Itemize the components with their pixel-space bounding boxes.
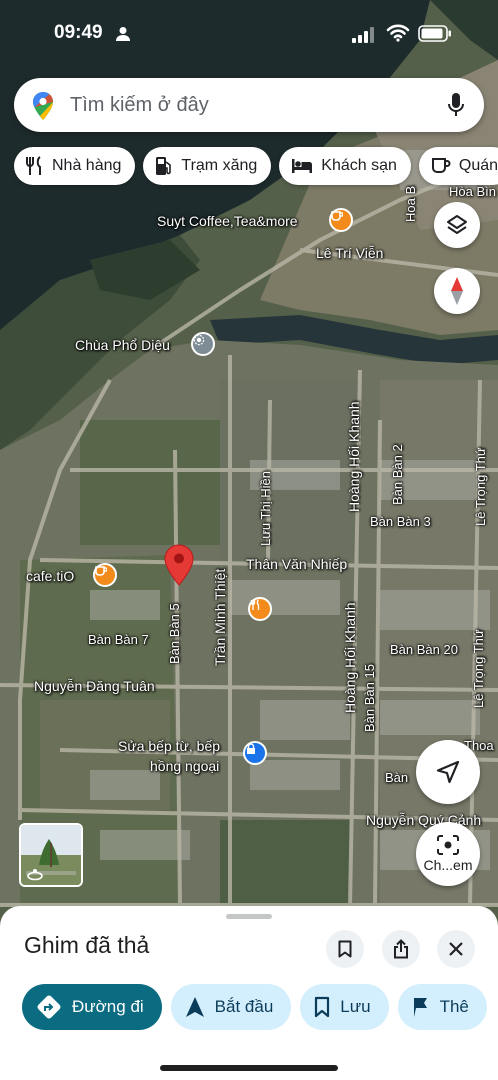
close-icon: [449, 942, 463, 956]
street-label-ban-ban-20: Bàn Bàn 20: [390, 642, 458, 657]
chip-label: Khách sạn: [321, 157, 397, 174]
home-indicator: [160, 1065, 338, 1071]
bed-icon: [292, 159, 313, 173]
street-label-hoa-binh: Hòa Bìn: [449, 184, 496, 199]
poi-label-chua-pho-dieu[interactable]: Chùa Phổ Diệu: [75, 338, 170, 352]
google-maps-pin-icon: [33, 91, 53, 120]
category-chips: Nhà hàng Trạm xăng Khách sạn Quán: [14, 147, 498, 185]
coffee-poi-icon[interactable]: [93, 563, 117, 587]
coffee-poi-icon[interactable]: [329, 208, 353, 232]
navigation-arrow-icon: [436, 760, 460, 784]
status-bar: 09:49: [0, 0, 498, 60]
street-label-nguyen-dang-tuan: Nguyễn Đăng Tuân: [34, 678, 155, 694]
restaurant-poi-icon[interactable]: [248, 597, 272, 621]
save-label: Lưu: [340, 997, 371, 1016]
chip-gas-stations[interactable]: Trạm xăng: [143, 147, 272, 185]
poi-label-cafe-tio[interactable]: cafe.tiO: [26, 569, 74, 583]
directions-icon: [37, 995, 61, 1019]
poi-label-suyt-coffee[interactable]: Suyt Coffee,Tea&more: [157, 214, 298, 228]
my-location-button[interactable]: [416, 740, 480, 804]
temple-poi-icon[interactable]: [191, 332, 215, 356]
fork-knife-icon: [26, 156, 41, 175]
street-label-ban-ban-7: Bàn Bàn 7: [88, 632, 149, 647]
status-time: 09:49: [54, 22, 103, 43]
street-label-ban-ban-2: Bàn Bàn 2: [390, 444, 405, 505]
share-icon: [394, 939, 408, 959]
microphone-icon[interactable]: [448, 92, 464, 118]
street-label-ban-ban-3: Bàn Bàn 3: [370, 514, 431, 529]
search-input[interactable]: Tìm kiếm ở đây: [70, 94, 209, 117]
street-view-360-icon: [27, 869, 43, 881]
street-label-hoa-b: Hoa B: [403, 185, 418, 222]
save-icon-button[interactable]: [326, 930, 364, 968]
battery-icon: [418, 25, 451, 42]
street-label-le-trong-thu-bottom: Lê Trọng Thứ: [471, 629, 486, 708]
coffee-cup-icon: [431, 158, 451, 173]
start-label: Bắt đầu: [214, 997, 274, 1016]
lens-button[interactable]: Ch...em: [416, 822, 480, 886]
street-label-luu-thi-hien: Lưu Thị Hiền: [258, 471, 273, 546]
start-button[interactable]: Bắt đầu: [170, 984, 292, 1030]
dropped-pin-icon[interactable]: [164, 544, 194, 586]
chip-label: Nhà hàng: [52, 157, 122, 174]
flag-label: Thê: [439, 997, 469, 1016]
lens-label: Ch...em: [423, 857, 473, 873]
street-label-than-van-nhiep: Thân Văn Nhiếp: [246, 556, 348, 572]
directions-button[interactable]: Đường đi: [22, 984, 162, 1030]
compass-icon: [451, 277, 463, 305]
directions-label: Đường đi: [72, 997, 144, 1016]
share-button[interactable]: [382, 930, 420, 968]
wifi-icon: [386, 24, 410, 42]
street-label-ban-ban-5: Bàn Bàn 5: [167, 603, 182, 664]
gas-pump-icon: [156, 157, 172, 175]
camera-lens-icon: [437, 835, 459, 855]
shop-poi-icon[interactable]: [243, 741, 267, 765]
compass-button[interactable]: [434, 268, 480, 314]
cellular-signal-icon: [352, 27, 374, 43]
person-icon: [116, 27, 130, 41]
action-buttons: Đường đi Bắt đầu Lưu Thê: [22, 984, 487, 1030]
chip-hotels[interactable]: Khách sạn: [279, 147, 411, 185]
sheet-drag-handle[interactable]: [226, 914, 272, 919]
layers-icon: [447, 215, 467, 234]
flag-button[interactable]: Thê: [397, 984, 487, 1030]
close-button[interactable]: [437, 930, 475, 968]
chip-restaurants[interactable]: Nhà hàng: [14, 147, 136, 185]
bookmark-icon: [338, 940, 352, 958]
navigation-arrow-icon: [185, 997, 204, 1017]
street-label-ban: Bàn: [385, 770, 409, 785]
street-label-le-trong-thu-top: Lê Trọng Thứ: [473, 447, 488, 526]
layers-button[interactable]: [434, 202, 480, 248]
search-bar[interactable]: Tìm kiếm ở đây: [14, 78, 484, 132]
save-button[interactable]: Lưu: [300, 984, 389, 1030]
sheet-title: Ghim đã thả: [24, 932, 150, 958]
street-label-ban-ban-15: Bàn Bàn 15: [362, 664, 377, 732]
street-label-nguyen-quy-canh: Nguyễn Quý Cảnh: [366, 812, 482, 828]
street-view-thumbnail[interactable]: [19, 823, 83, 887]
street-label-hoang-hoi-khanh-bottom: Hoàng Hối Khanh: [342, 602, 358, 713]
flag-icon: [413, 998, 427, 1017]
street-label-tran-minh-thiet: Trần Minh Thiệt: [212, 568, 228, 666]
street-label-le-tri-vien: Lê Trí Viễn: [316, 245, 384, 261]
chip-cafes[interactable]: Quán: [418, 147, 498, 185]
place-bottom-sheet[interactable]: Ghim đã thả Đường đi Bắt đầu Lưu Thê: [0, 906, 498, 1080]
bookmark-icon: [315, 996, 330, 1018]
poi-label-hong-ngoai[interactable]: hồng ngoại: [150, 759, 219, 773]
chip-label: Quán: [458, 157, 498, 174]
street-label-hoang-hoi-khanh-top: Hoàng Hối Khanh: [346, 401, 362, 512]
poi-label-sua-bep-tu[interactable]: Sửa bếp từ, bếp: [118, 739, 220, 753]
chip-label: Trạm xăng: [181, 157, 258, 174]
